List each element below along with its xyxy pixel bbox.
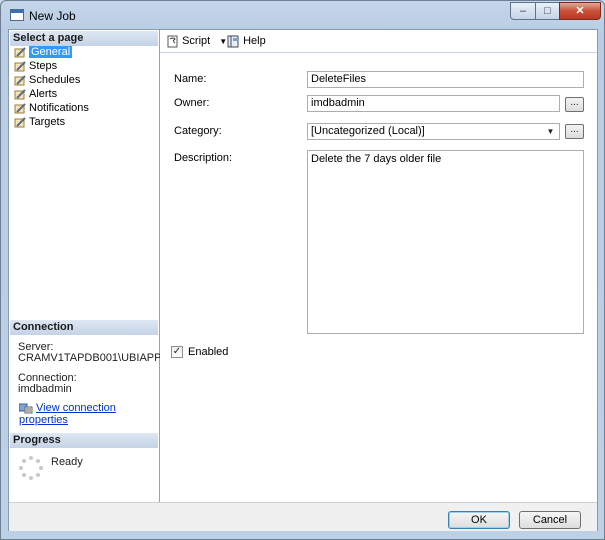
enabled-label: Enabled (188, 346, 229, 358)
category-value: [Uncategorized (Local)] (311, 125, 425, 137)
right-pane: Script ▼ Help Name: DeleteFiles Owner: i… (160, 30, 597, 502)
category-browse-button[interactable]: ... (565, 124, 584, 139)
page-wrench-icon (14, 88, 26, 100)
select-page-header: Select a page (10, 31, 158, 46)
page-item-schedules[interactable]: Schedules (14, 74, 80, 87)
owner-browse-button[interactable]: ... (565, 97, 584, 112)
close-button[interactable]: ✕ (559, 2, 601, 20)
view-connection-properties[interactable]: View connection properties (18, 402, 159, 426)
dialog-client-area: Select a page General Steps Schedules Al… (8, 29, 598, 531)
page-item-targets[interactable]: Targets (14, 116, 65, 129)
chevron-down-icon[interactable]: ▼ (544, 125, 557, 138)
connection-value: imdbadmin (18, 383, 72, 395)
page-item-label: Targets (29, 116, 66, 128)
ok-button[interactable]: OK (448, 511, 510, 529)
page-item-label: Notifications (29, 102, 89, 114)
maximize-button[interactable]: □ (535, 2, 560, 20)
help-button[interactable]: Help (227, 34, 266, 48)
page-item-notifications[interactable]: Notifications (14, 102, 89, 115)
page-item-general[interactable]: General (14, 46, 73, 59)
page-item-alerts[interactable]: Alerts (14, 88, 57, 101)
page-wrench-icon (14, 102, 26, 114)
window-app-icon (10, 9, 24, 21)
description-field[interactable]: Delete the 7 days older file (307, 150, 584, 334)
enabled-checkbox[interactable]: ✓ (171, 346, 183, 358)
owner-label: Owner: (174, 97, 210, 109)
toolbar: Script ▼ Help (160, 30, 597, 53)
view-connection-properties-link[interactable]: View connection properties (19, 402, 116, 426)
owner-field[interactable]: imdbadmin (307, 95, 560, 112)
script-button[interactable]: Script ▼ (166, 34, 227, 48)
category-select[interactable]: [Uncategorized (Local)] ▼ (307, 123, 560, 140)
page-wrench-icon (14, 46, 26, 58)
page-wrench-icon (14, 116, 26, 128)
page-item-label: General (29, 46, 73, 58)
help-label: Help (243, 35, 266, 47)
page-item-label: Steps (29, 60, 58, 72)
server-value: CRAMV1TAPDB001\UBIAPPS (18, 352, 169, 364)
button-bar: OK Cancel (9, 502, 597, 531)
connection-header: Connection (10, 320, 158, 335)
description-label: Description: (174, 152, 233, 164)
title-bar[interactable]: New Job – □ ✕ (1, 1, 604, 29)
page-wrench-icon (14, 74, 26, 86)
page-item-label: Alerts (29, 88, 58, 100)
new-job-window: New Job – □ ✕ Select a page General Step… (0, 0, 605, 540)
progress-header: Progress (10, 433, 158, 448)
help-icon (227, 35, 240, 48)
minimize-button[interactable]: – (510, 2, 536, 20)
cancel-button[interactable]: Cancel (519, 511, 581, 529)
left-pane: Select a page General Steps Schedules Al… (9, 30, 169, 502)
name-label: Name: (174, 73, 207, 85)
page-item-label: Schedules (29, 74, 81, 86)
category-label: Category: (174, 125, 222, 137)
window-title: New Job (29, 9, 76, 23)
progress-status: Ready (51, 456, 83, 468)
connection-properties-icon (18, 403, 33, 414)
page-wrench-icon (14, 60, 26, 72)
chevron-down-icon[interactable]: ▼ (219, 37, 227, 46)
script-icon (166, 35, 179, 48)
progress-spinner-icon (18, 455, 44, 481)
page-item-steps[interactable]: Steps (14, 60, 57, 73)
name-field[interactable]: DeleteFiles (307, 71, 584, 88)
script-label: Script (182, 35, 211, 47)
